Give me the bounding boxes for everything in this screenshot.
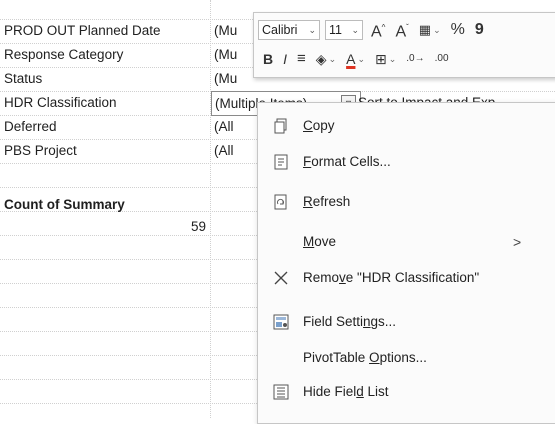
menu-item-move[interactable]: Move > — [258, 224, 555, 260]
chevron-down-icon[interactable]: ⌄ — [389, 54, 397, 65]
filter-value-pbs-project[interactable]: (All — [214, 139, 254, 163]
chevron-down-icon[interactable]: ⌄ — [357, 54, 365, 65]
font-color-icon[interactable]: A — [346, 49, 355, 69]
comma-style-button[interactable]: 9 — [475, 20, 484, 40]
filter-label-hdr-classification[interactable]: HDR Classification — [4, 91, 210, 115]
values-header-count-of-summary[interactable]: Count of Summary — [4, 193, 210, 217]
decrease-decimal-icon[interactable]: .00 — [435, 49, 449, 69]
context-menu: Copy Format Cells... Refresh Move > Remo… — [257, 102, 555, 424]
menu-item-format-cells[interactable]: Format Cells... — [258, 144, 555, 180]
menu-item-refresh[interactable]: Refresh — [258, 184, 555, 220]
chevron-down-icon: ⌄ — [308, 25, 316, 35]
percent-style-button[interactable]: % — [451, 20, 465, 40]
chevron-down-icon[interactable]: ⌄ — [433, 25, 441, 36]
bold-icon[interactable]: B — [263, 49, 273, 69]
filter-value-deferred[interactable]: (All — [214, 115, 254, 139]
accounting-format-icon[interactable]: ▦ — [419, 20, 431, 40]
format-cells-icon — [272, 153, 290, 171]
decrease-font-icon[interactable]: Aˇ — [395, 18, 408, 42]
filter-label-status[interactable]: Status — [4, 67, 210, 91]
count-value-cell[interactable]: 59 — [150, 215, 206, 239]
increase-decimal-icon[interactable]: .0→ — [406, 49, 424, 69]
menu-item-hide-field-list[interactable]: Hide Field List — [258, 374, 555, 410]
filter-value-status[interactable]: (Mu — [214, 67, 254, 91]
menu-item-pivottable-options[interactable]: PivotTable Options... — [258, 340, 555, 376]
chevron-down-icon: ⌄ — [351, 25, 359, 35]
menu-item-copy[interactable]: Copy — [258, 108, 555, 144]
chevron-down-icon[interactable]: ⌄ — [329, 54, 337, 65]
fill-color-icon[interactable]: ◈ — [316, 49, 327, 69]
field-list-icon — [272, 383, 290, 401]
filter-value-prod-out-date[interactable]: (Mu — [214, 19, 254, 43]
menu-item-remove-field[interactable]: Remove "HDR Classification" — [258, 260, 555, 296]
filter-label-deferred[interactable]: Deferred — [4, 115, 210, 139]
field-settings-icon — [272, 313, 290, 331]
borders-icon[interactable]: ⊞ — [375, 49, 387, 69]
increase-font-icon[interactable]: A^ — [371, 18, 385, 42]
filter-label-response-category[interactable]: Response Category — [4, 43, 210, 67]
align-center-icon[interactable]: ≡ — [297, 49, 306, 69]
filter-label-pbs-project[interactable]: PBS Project — [4, 139, 210, 163]
menu-item-field-settings[interactable]: Field Settings... — [258, 304, 555, 340]
refresh-icon — [272, 193, 290, 211]
font-size-value: 11 — [329, 23, 342, 37]
mini-format-toolbar: Calibri ⌄ 11 ⌄ A^ Aˇ ▦ ⌄ % 9 B I ≡ ◈ ⌄ A… — [253, 12, 555, 78]
font-name-value: Calibri — [262, 23, 298, 37]
copy-icon — [272, 117, 290, 135]
font-size-box[interactable]: 11 ⌄ — [325, 20, 363, 40]
chevron-right-icon: > — [513, 234, 522, 250]
filter-label-prod-out-date[interactable]: PROD OUT Planned Date — [4, 19, 210, 43]
remove-x-icon — [272, 269, 290, 287]
italic-icon[interactable]: I — [283, 49, 287, 69]
font-name-box[interactable]: Calibri ⌄ — [258, 20, 320, 40]
filter-value-response-category[interactable]: (Mu — [214, 43, 254, 67]
